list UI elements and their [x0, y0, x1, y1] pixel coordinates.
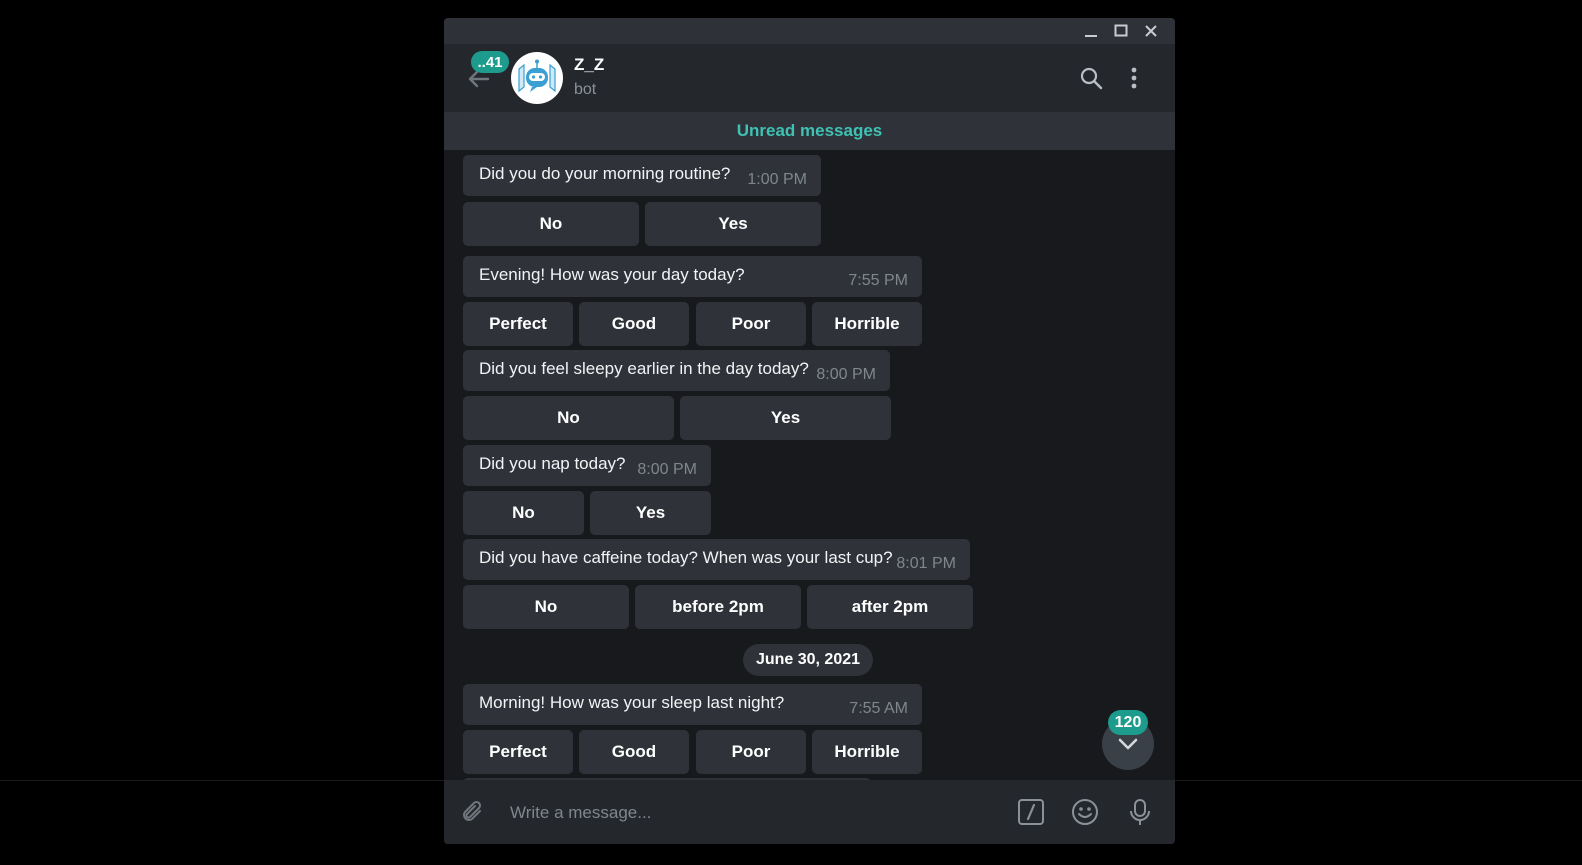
message-time: 8:01 PM: [896, 555, 956, 572]
message-time: 7:55 PM: [848, 272, 908, 289]
maximize-button[interactable]: [1106, 18, 1136, 44]
inline-button-yes[interactable]: Yes: [590, 491, 711, 535]
minimize-icon: [1085, 35, 1097, 37]
inline-button-before-2pm[interactable]: before 2pm: [635, 585, 801, 629]
bot-command-icon: [1018, 799, 1044, 825]
more-vertical-icon: [1131, 67, 1137, 89]
telegram-window: ..41 Z_Z bot Unread messages Did you do …: [444, 18, 1175, 844]
attach-button[interactable]: [457, 796, 489, 828]
close-button[interactable]: [1136, 18, 1166, 44]
message-bubble: Morning! How was your sleep last night? …: [463, 684, 922, 725]
avatar[interactable]: [511, 52, 563, 104]
inline-button-horrible[interactable]: Horrible: [812, 730, 922, 774]
message-text: Morning! How was your sleep last night?: [479, 693, 785, 712]
message-time: 8:00 PM: [816, 366, 876, 383]
title-bar: [444, 18, 1175, 44]
inline-button-good[interactable]: Good: [579, 302, 689, 346]
message-text: Did you nap today?: [479, 454, 626, 473]
date-separator: June 30, 2021: [743, 644, 873, 676]
message-input[interactable]: [508, 798, 992, 828]
inline-button-after-2pm[interactable]: after 2pm: [807, 585, 973, 629]
message-text: Did you do your morning routine?: [479, 164, 731, 183]
search-button[interactable]: [1076, 63, 1106, 93]
chat-name[interactable]: Z_Z: [574, 55, 604, 75]
bot-command-button[interactable]: [1015, 796, 1047, 828]
emoji-button[interactable]: [1069, 796, 1101, 828]
voice-message-button[interactable]: [1124, 796, 1156, 828]
emoji-icon: [1072, 799, 1098, 825]
bot-avatar-icon: [518, 59, 556, 93]
inline-button-no[interactable]: No: [463, 585, 629, 629]
message-list[interactable]: Did you do your morning routine? 1:00 PM…: [444, 150, 1175, 780]
attach-icon: [463, 800, 482, 821]
chevron-down-icon: [1118, 738, 1138, 750]
message-bubble: Did you have caffeine today? When was yo…: [463, 539, 970, 580]
unread-count-badge: ..41: [471, 51, 509, 73]
message-time: 1:00 PM: [747, 171, 807, 188]
inline-button-no[interactable]: No: [463, 202, 639, 246]
inline-button-yes[interactable]: Yes: [680, 396, 891, 440]
message-bubble: Evening! How was your day today? 7:55 PM: [463, 256, 922, 297]
inline-button-horrible[interactable]: Horrible: [812, 302, 922, 346]
close-icon: [1145, 25, 1157, 37]
message-time: 8:00 PM: [637, 461, 697, 478]
inline-button-perfect[interactable]: Perfect: [463, 302, 573, 346]
more-menu-button[interactable]: [1119, 63, 1149, 93]
inline-button-perfect[interactable]: Perfect: [463, 730, 573, 774]
unread-messages-bar: Unread messages: [444, 112, 1175, 150]
microphone-icon: [1130, 799, 1150, 825]
inline-button-yes[interactable]: Yes: [645, 202, 821, 246]
scroll-unread-badge: 120: [1108, 710, 1148, 735]
message-text: Did you feel sleepy earlier in the day t…: [479, 359, 809, 378]
inline-button-no[interactable]: No: [463, 396, 674, 440]
message-text: Did you have caffeine today? When was yo…: [479, 548, 893, 567]
inline-button-poor[interactable]: Poor: [696, 302, 806, 346]
inline-button-no[interactable]: No: [463, 491, 584, 535]
message-bubble: Did you do your morning routine? 1:00 PM: [463, 155, 821, 196]
inline-button-poor[interactable]: Poor: [696, 730, 806, 774]
inline-button-good[interactable]: Good: [579, 730, 689, 774]
chat-header: ..41 Z_Z bot: [444, 44, 1175, 112]
message-bubble: Did you nap today? 8:00 PM: [463, 445, 711, 486]
minimize-button[interactable]: [1076, 18, 1106, 44]
message-composer: [444, 780, 1175, 844]
maximize-icon: [1114, 24, 1128, 37]
search-icon: [1080, 67, 1103, 90]
message-bubble: Did you feel sleepy earlier in the day t…: [463, 350, 890, 391]
message-time: 7:55 AM: [849, 700, 908, 717]
chat-status: bot: [574, 81, 597, 98]
message-text: Evening! How was your day today?: [479, 265, 745, 284]
